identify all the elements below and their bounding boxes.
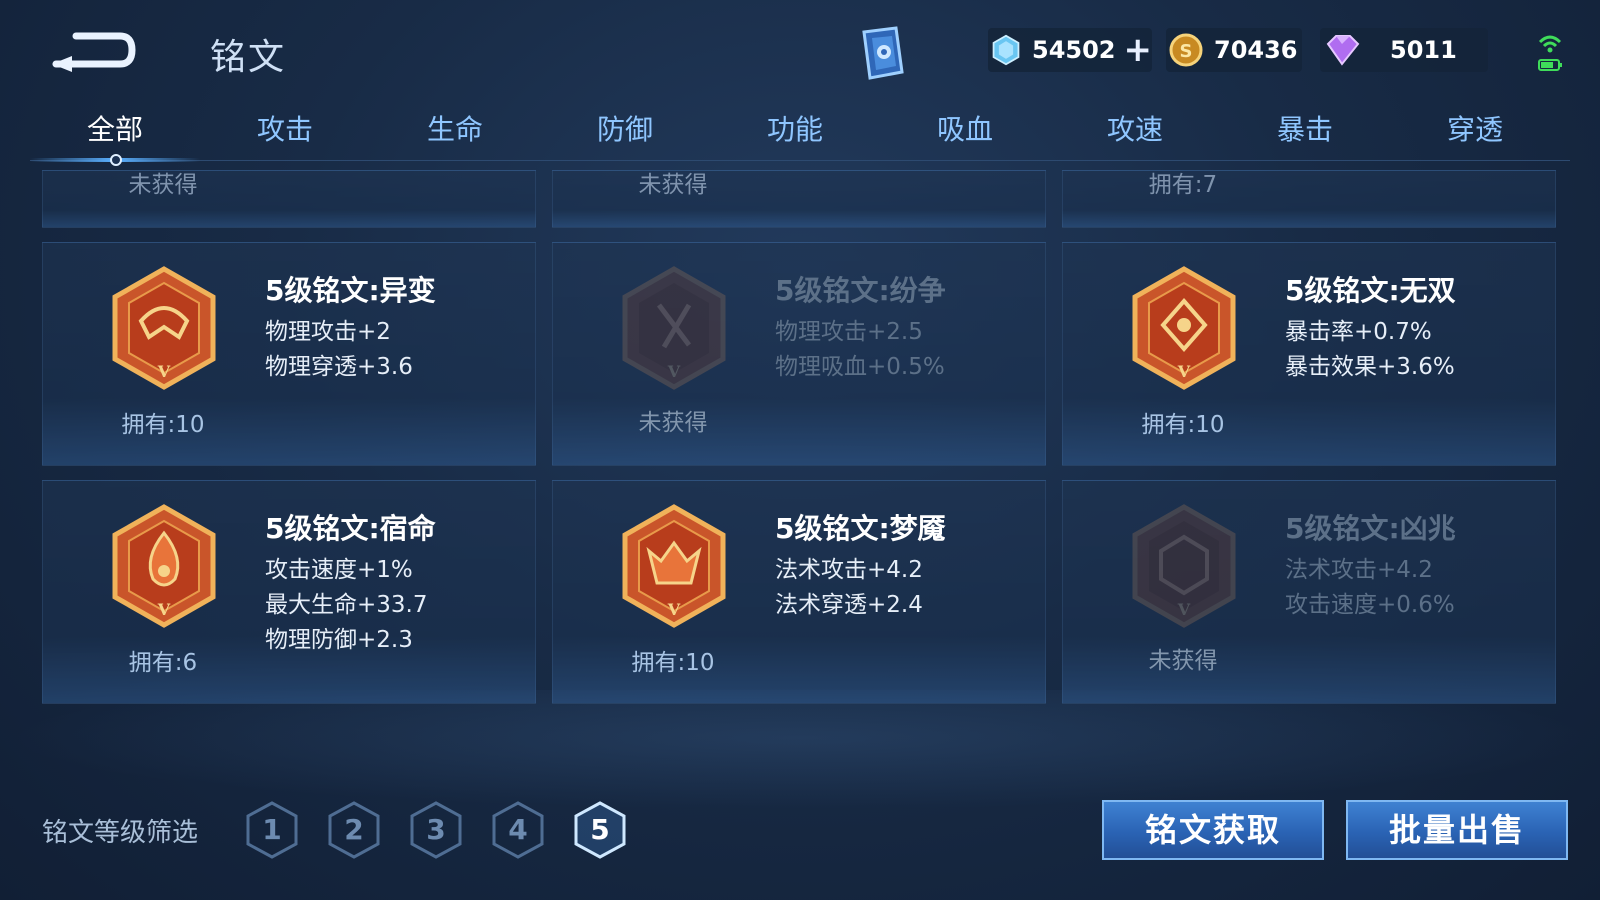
inscription-stat: 物理防御+2.3 bbox=[265, 627, 413, 653]
level-filter-2[interactable]: 2 bbox=[326, 800, 382, 860]
inscription-name: 5级铭文:纷争 bbox=[775, 274, 946, 307]
inscription-stat: 物理吸血+0.5% bbox=[775, 354, 945, 380]
inscription-stat: 法术穿透+2.4 bbox=[775, 592, 923, 618]
svg-text:V: V bbox=[157, 600, 171, 619]
inscription-stat: 物理穿透+3.6 bbox=[265, 354, 413, 380]
level-filter-label: 铭文等级筛选 bbox=[42, 818, 199, 848]
owned-count: 拥有:7 bbox=[1148, 172, 1218, 198]
level-filter-5[interactable]: 5 bbox=[572, 800, 628, 860]
inscription-card[interactable]: V 未获得 5级铭文:纷争 物理攻击+2.5 物理吸血+0.5% bbox=[552, 242, 1046, 466]
inscription-stat: 物理攻击+2.5 bbox=[775, 319, 923, 345]
inscription-emblem-icon: V bbox=[112, 504, 216, 628]
inscription-card[interactable]: V 未获得 5级铭文:凶兆 法术攻击+4.2 攻击速度+0.6% bbox=[1062, 480, 1556, 704]
inscription-stat: 暴击效果+3.6% bbox=[1285, 354, 1455, 380]
tab-utility[interactable]: 功能 bbox=[725, 108, 865, 148]
svg-text:V: V bbox=[157, 362, 171, 381]
inscription-card[interactable]: V 拥有:6 5级铭文:宿命 攻击速度+1% 最大生命+33.7 物理防御+2.… bbox=[42, 480, 536, 704]
owned-count: 拥有:10 bbox=[631, 650, 715, 676]
gold-currency: S 70436 bbox=[1166, 28, 1302, 72]
inscription-stat: 物理攻击+2 bbox=[265, 319, 391, 345]
inscription-card[interactable]: 未获得 bbox=[552, 170, 1046, 228]
diamond-icon bbox=[1326, 35, 1360, 66]
tab-defense[interactable]: 防御 bbox=[555, 108, 695, 148]
inscription-name: 5级铭文:梦魇 bbox=[775, 512, 946, 545]
level-filter-4[interactable]: 4 bbox=[490, 800, 546, 860]
tab-lifesteal[interactable]: 吸血 bbox=[895, 108, 1035, 148]
inscription-stat: 最大生命+33.7 bbox=[265, 592, 428, 618]
inscription-stat: 暴击率+0.7% bbox=[1285, 319, 1432, 345]
inscription-info: 5级铭文:宿命 攻击速度+1% 最大生命+33.7 物理防御+2.3 bbox=[265, 507, 436, 658]
owned-count: 未获得 bbox=[638, 410, 708, 436]
tab-critical[interactable]: 暴击 bbox=[1235, 108, 1375, 148]
inscription-info: 5级铭文:无双 暴击率+0.7% 暴击效果+3.6% bbox=[1285, 269, 1456, 385]
inscription-emblem-icon: V bbox=[112, 266, 216, 390]
add-crystal-button[interactable]: + bbox=[1124, 33, 1153, 67]
tab-all[interactable]: 全部 bbox=[45, 108, 185, 148]
inscription-emblem-icon: V bbox=[622, 504, 726, 628]
level-filter-1[interactable]: 1 bbox=[244, 800, 300, 860]
owned-count: 未获得 bbox=[638, 172, 708, 198]
diamond-currency: 5011 bbox=[1320, 28, 1488, 72]
gold-count: 70436 bbox=[1214, 36, 1298, 64]
inscription-grid[interactable]: 未获得 未获得 拥有:7 V 拥有:10 5级铭文:异变 物理攻击+2 物理穿透… bbox=[0, 170, 1600, 718]
svg-text:V: V bbox=[667, 600, 681, 619]
inscription-card[interactable]: V 拥有:10 5级铭文:无双 暴击率+0.7% 暴击效果+3.6% bbox=[1062, 242, 1556, 466]
inscription-name: 5级铭文:异变 bbox=[265, 274, 436, 307]
active-tab-dot bbox=[110, 154, 122, 166]
svg-text:S: S bbox=[1180, 41, 1193, 62]
inscription-info: 5级铭文:异变 物理攻击+2 物理穿透+3.6 bbox=[265, 269, 436, 385]
tab-attack-speed[interactable]: 攻速 bbox=[1065, 108, 1205, 148]
back-arrow-icon[interactable] bbox=[46, 26, 136, 72]
svg-text:V: V bbox=[667, 362, 681, 381]
level-filter-label-1: 1 bbox=[262, 813, 282, 846]
page-title: 铭文 bbox=[210, 37, 287, 78]
crystal-currency: 54502 + bbox=[988, 28, 1152, 72]
svg-text:V: V bbox=[1177, 600, 1191, 619]
bulk-sell-button[interactable]: 批量出售 bbox=[1346, 800, 1568, 860]
tab-attack[interactable]: 攻击 bbox=[215, 108, 355, 148]
inscription-card[interactable]: V 拥有:10 5级铭文:梦魇 法术攻击+4.2 法术穿透+2.4 bbox=[552, 480, 1046, 704]
owned-count: 未获得 bbox=[128, 172, 198, 198]
level-filter-label-2: 2 bbox=[344, 813, 364, 846]
diamond-count: 5011 bbox=[1390, 36, 1457, 64]
level-filter-label-4: 4 bbox=[508, 813, 528, 846]
tab-divider bbox=[30, 160, 1570, 161]
inscription-emblem-icon: V bbox=[1132, 266, 1236, 390]
inscription-stat: 攻击速度+0.6% bbox=[1285, 592, 1455, 618]
inscription-card[interactable]: V 拥有:10 5级铭文:异变 物理攻击+2 物理穿透+3.6 bbox=[42, 242, 536, 466]
owned-count: 拥有:10 bbox=[1141, 412, 1225, 438]
level-filter-label-3: 3 bbox=[426, 813, 446, 846]
inscription-emblem-icon: V bbox=[1132, 504, 1236, 628]
inscription-stat: 法术攻击+4.2 bbox=[1285, 557, 1433, 583]
inscription-emblem-icon: V bbox=[622, 266, 726, 390]
inscription-info: 5级铭文:纷争 物理攻击+2.5 物理吸血+0.5% bbox=[775, 269, 946, 385]
inscription-book-icon[interactable] bbox=[852, 24, 912, 82]
category-tabs: 全部 攻击 生命 防御 功能 吸血 攻速 暴击 穿透 bbox=[30, 108, 1570, 162]
wifi-battery-icon bbox=[1538, 35, 1562, 71]
obtain-inscription-button[interactable]: 铭文获取 bbox=[1102, 800, 1324, 860]
svg-text:V: V bbox=[1177, 362, 1191, 381]
tab-health[interactable]: 生命 bbox=[385, 108, 525, 148]
inscription-info: 5级铭文:梦魇 法术攻击+4.2 法术穿透+2.4 bbox=[775, 507, 946, 623]
inscription-info: 5级铭文:凶兆 法术攻击+4.2 攻击速度+0.6% bbox=[1285, 507, 1456, 623]
crystal-icon bbox=[992, 34, 1020, 66]
inscription-stat: 法术攻击+4.2 bbox=[775, 557, 923, 583]
inscription-name: 5级铭文:无双 bbox=[1285, 274, 1456, 307]
inscription-card[interactable]: 拥有:7 bbox=[1062, 170, 1556, 228]
owned-count: 拥有:6 bbox=[128, 650, 198, 676]
inscription-card[interactable]: 未获得 bbox=[42, 170, 536, 228]
inscription-name: 5级铭文:凶兆 bbox=[1285, 512, 1456, 545]
gold-coin-icon: S bbox=[1169, 33, 1203, 67]
tab-penetration[interactable]: 穿透 bbox=[1405, 108, 1545, 148]
level-filter-3[interactable]: 3 bbox=[408, 800, 464, 860]
owned-count: 未获得 bbox=[1148, 648, 1218, 674]
inscription-name: 5级铭文:宿命 bbox=[265, 512, 436, 545]
inscription-stat: 攻击速度+1% bbox=[265, 557, 413, 583]
owned-count: 拥有:10 bbox=[121, 412, 205, 438]
crystal-count: 54502 bbox=[1032, 36, 1116, 64]
level-filter-label-5: 5 bbox=[590, 813, 610, 846]
